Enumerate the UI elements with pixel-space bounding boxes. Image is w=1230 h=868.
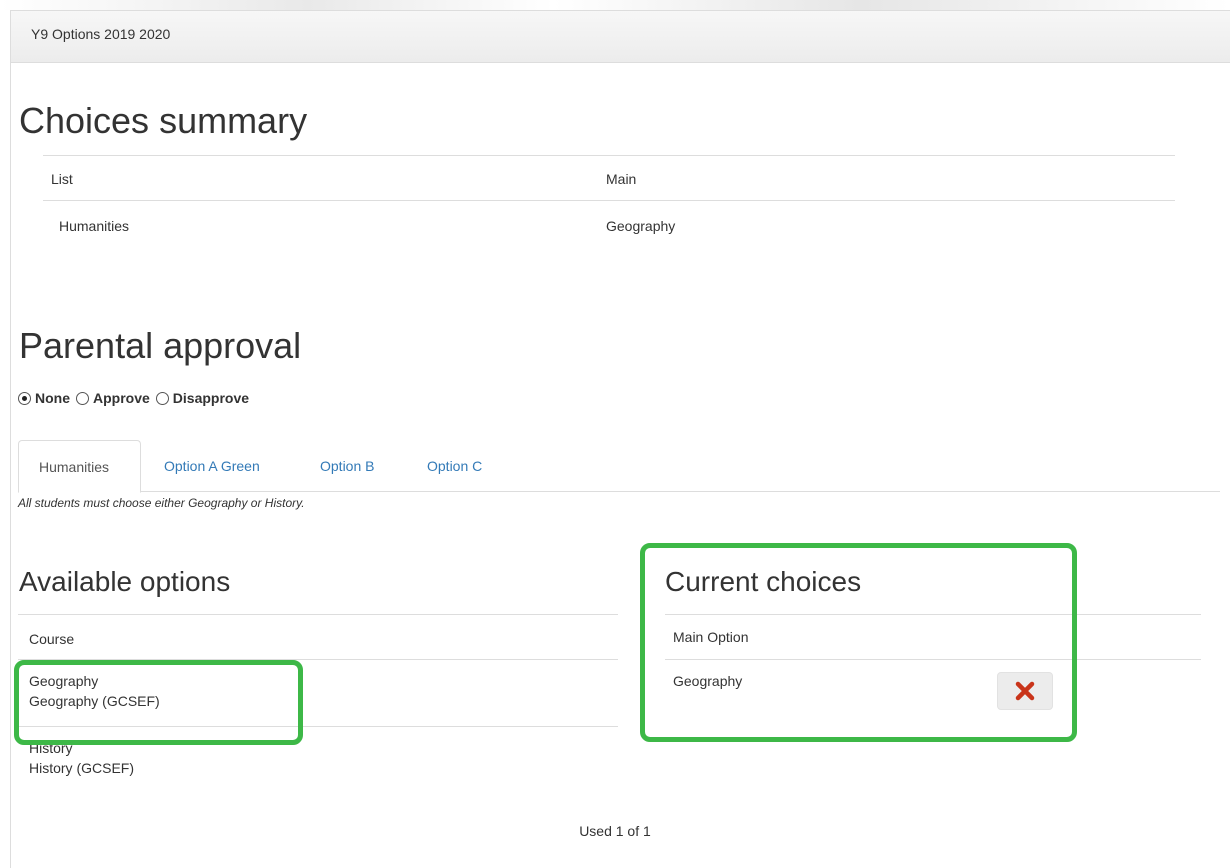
usage-counter: Used 1 of 1: [579, 823, 651, 839]
tab-option-a-green[interactable]: Option A Green: [164, 440, 260, 492]
radio-disapprove[interactable]: Disapprove: [155, 390, 250, 406]
option-tabs: Humanities Option A Green Option B Optio…: [18, 440, 1220, 493]
highlight-box: [14, 660, 303, 745]
panel-title: Y9 Options 2019 2020: [11, 11, 1230, 63]
column-header-course: Course: [18, 614, 618, 659]
choices-summary-heading: Choices summary: [19, 100, 308, 141]
summary-main-value: Geography: [606, 218, 676, 234]
tab-humanities[interactable]: Humanities: [18, 440, 141, 493]
background-strip: [0, 0, 1230, 10]
table-header-row: List Main: [43, 155, 1175, 200]
highlight-box: [640, 543, 1077, 742]
radio-none[interactable]: None: [18, 390, 70, 406]
column-header-list: List: [51, 171, 73, 187]
radio-approve-label: Approve: [93, 390, 150, 406]
choices-summary-table: List Main Humanities Geography: [43, 155, 1175, 245]
tab-description: All students must choose either Geograph…: [18, 496, 305, 510]
radio-disapprove-label: Disapprove: [172, 390, 250, 406]
summary-list-value: Humanities: [59, 218, 130, 234]
column-header-main: Main: [606, 171, 637, 187]
radio-disapprove-control[interactable]: [155, 391, 169, 405]
tab-option-c[interactable]: Option C: [427, 440, 482, 492]
table-row: Humanities Geography: [43, 200, 1175, 245]
approval-radio-group: None Approve Disapprove: [18, 390, 255, 406]
radio-none-control[interactable]: [18, 391, 31, 405]
radio-none-label: None: [35, 390, 70, 406]
available-options-heading: Available options: [19, 566, 231, 597]
tab-option-b[interactable]: Option B: [320, 440, 374, 492]
radio-approve-control[interactable]: [76, 391, 89, 405]
radio-approve[interactable]: Approve: [76, 390, 150, 406]
parental-approval-heading: Parental approval: [19, 325, 302, 366]
course-code: History (GCSEF): [29, 760, 134, 776]
